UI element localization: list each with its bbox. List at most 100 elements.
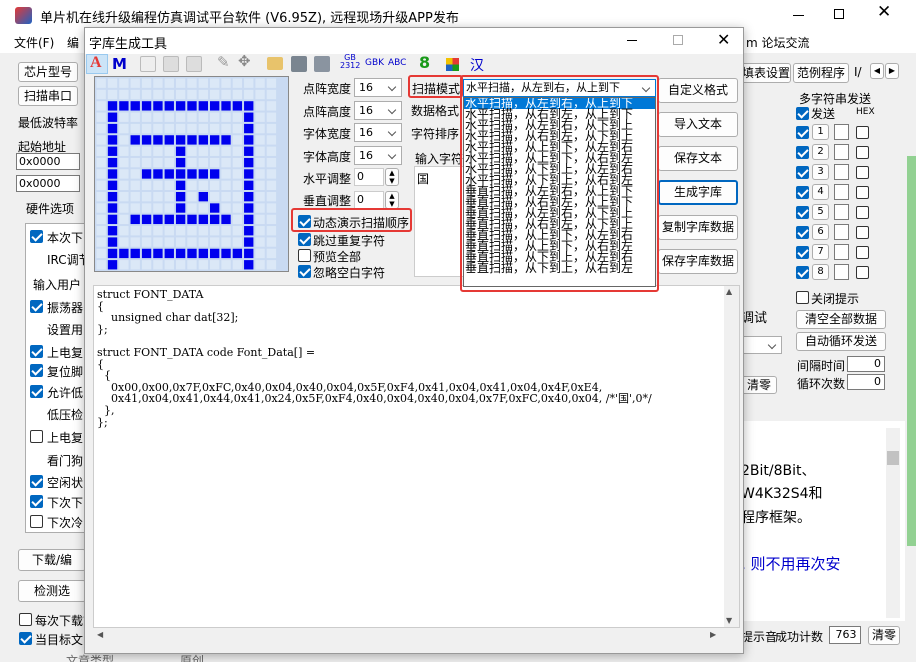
bitmap-pixel[interactable] (119, 169, 129, 179)
send-row-hex-checkbox[interactable] (856, 226, 869, 239)
opt-checkbox-4[interactable] (30, 300, 43, 313)
bitmap-pixel[interactable] (244, 78, 254, 88)
bitmap-pixel[interactable] (141, 78, 152, 88)
success-clear-button[interactable]: 清零 (868, 626, 900, 645)
opt-checkbox-14[interactable] (30, 515, 43, 528)
bitmap-pixel[interactable] (119, 157, 129, 168)
bitmap-pixel[interactable] (119, 237, 129, 247)
bitmap-pixel[interactable] (175, 203, 186, 213)
loop-count-field[interactable]: 0 (847, 374, 885, 390)
pencil-icon[interactable]: ✎ (217, 53, 230, 71)
bitmap-pixel[interactable] (210, 192, 220, 202)
bitmap-pixel[interactable] (232, 89, 243, 100)
bitmap-pixel[interactable] (141, 248, 152, 259)
bitmap-pixel[interactable] (153, 248, 163, 259)
bitmap-pixel[interactable] (119, 89, 129, 100)
bitmap-pixel[interactable] (175, 169, 186, 179)
bitmap-pixel[interactable] (221, 180, 231, 190)
bitmap-pixel[interactable] (221, 135, 231, 145)
bitmap-pixel[interactable] (141, 112, 152, 122)
bitmap-pixel[interactable] (255, 226, 265, 236)
bitmap-pixel[interactable] (198, 112, 208, 122)
bitmap-pixel[interactable] (96, 123, 106, 134)
send-row-hex-checkbox[interactable] (856, 126, 869, 139)
bitmap-pixel[interactable] (175, 89, 186, 100)
bitmap-pixel[interactable] (175, 260, 186, 270)
bitmap-pixel[interactable] (130, 260, 140, 270)
bitmap-pixel[interactable] (266, 135, 277, 145)
bitmap-pixel[interactable] (255, 146, 265, 156)
bitmap-pixel[interactable] (141, 157, 152, 168)
bitmap-pixel[interactable] (164, 135, 174, 145)
bitmap-pixel[interactable] (175, 192, 186, 202)
opt-checkbox-8[interactable] (30, 385, 43, 398)
save-text-button[interactable]: 保存文本 (658, 146, 738, 171)
bitmap-pixel[interactable] (119, 101, 129, 111)
bitmap-pixel[interactable] (232, 192, 243, 202)
bitmap-pixel[interactable] (255, 237, 265, 247)
bitmap-pixel[interactable] (96, 248, 106, 259)
bitmap-pixel[interactable] (130, 123, 140, 134)
gb2312-icon[interactable]: GB 2312 (340, 54, 360, 72)
bitmap-pixel[interactable] (164, 192, 174, 202)
send-row-text[interactable] (834, 204, 849, 220)
bitmap-pixel[interactable] (187, 123, 197, 134)
bitmap-pixel[interactable] (164, 260, 174, 270)
bitmap-pixel[interactable] (232, 123, 243, 134)
bitmap-pixel[interactable] (198, 157, 208, 168)
bitmap-pixel[interactable] (244, 89, 254, 100)
bitmap-pixel[interactable] (232, 203, 243, 213)
bitmap-pixel[interactable] (130, 112, 140, 122)
bitmap-pixel[interactable] (119, 192, 129, 202)
abc-icon[interactable]: ABC (388, 58, 406, 68)
bitmap-pixel[interactable] (107, 192, 118, 202)
bitmap-pixel[interactable] (96, 112, 106, 122)
tab-io[interactable]: I/ (854, 65, 862, 79)
send-row-text[interactable] (834, 244, 849, 260)
bitmap-pixel[interactable] (221, 248, 231, 259)
bitmap-pixel[interactable] (164, 146, 174, 156)
bitmap-pixel[interactable] (153, 123, 163, 134)
bitmap-pixel[interactable] (96, 101, 106, 111)
bitmap-pixel[interactable] (266, 237, 277, 247)
bitmap-pixel[interactable] (96, 260, 106, 270)
opt-checkbox-1[interactable] (30, 230, 43, 243)
close-hint-checkbox[interactable] (796, 291, 809, 304)
open-folder-icon[interactable] (267, 57, 283, 70)
bitmap-pixel[interactable] (244, 135, 254, 145)
bitmap-pixel[interactable] (153, 226, 163, 236)
save-font-data-button[interactable]: 保存字库数据 (658, 249, 738, 274)
bitmap-pixel[interactable] (96, 237, 106, 247)
send-row-text[interactable] (834, 264, 849, 280)
minimize-button[interactable] (793, 15, 804, 16)
copy-font-data-button[interactable]: 复制字库数据 (658, 215, 738, 240)
bitmap-pixel[interactable] (221, 226, 231, 236)
bitmap-pixel[interactable] (210, 146, 220, 156)
bitmap-pixel[interactable] (187, 101, 197, 111)
mid-select[interactable] (740, 336, 782, 354)
bitmap-pixel[interactable] (175, 226, 186, 236)
bitmap-pixel[interactable] (153, 112, 163, 122)
bitmap-pixel[interactable] (198, 123, 208, 134)
import-text-button[interactable]: 导入文本 (658, 112, 738, 137)
bitmap-pixel[interactable] (221, 78, 231, 88)
code-h-scroll-right[interactable]: ▶ (710, 630, 716, 639)
mid-clear-button[interactable]: 清零 (741, 376, 777, 394)
chip-model-button[interactable]: 芯片型号 (18, 62, 78, 82)
bitmap-pixel[interactable] (96, 78, 106, 88)
send-row-button[interactable]: 8 (812, 264, 829, 280)
bitmap-pixel[interactable] (187, 203, 197, 213)
dialog-maximize-button[interactable] (673, 35, 683, 45)
send-row-checkbox[interactable] (796, 186, 809, 199)
bitmap-pixel[interactable] (198, 214, 208, 225)
bitmap-pixel[interactable] (141, 260, 152, 270)
bitmap-pixel[interactable] (187, 146, 197, 156)
bitmap-pixel[interactable] (153, 146, 163, 156)
check-button[interactable]: 检测选 (18, 580, 86, 602)
bitmap-pixel[interactable] (255, 203, 265, 213)
bitmap-pixel[interactable] (232, 260, 243, 270)
bitmap-pixel[interactable] (153, 169, 163, 179)
bitmap-pixel[interactable] (210, 101, 220, 111)
send-row-hex-checkbox[interactable] (856, 146, 869, 159)
tab-table-settings[interactable]: 填表设置 (741, 63, 791, 83)
